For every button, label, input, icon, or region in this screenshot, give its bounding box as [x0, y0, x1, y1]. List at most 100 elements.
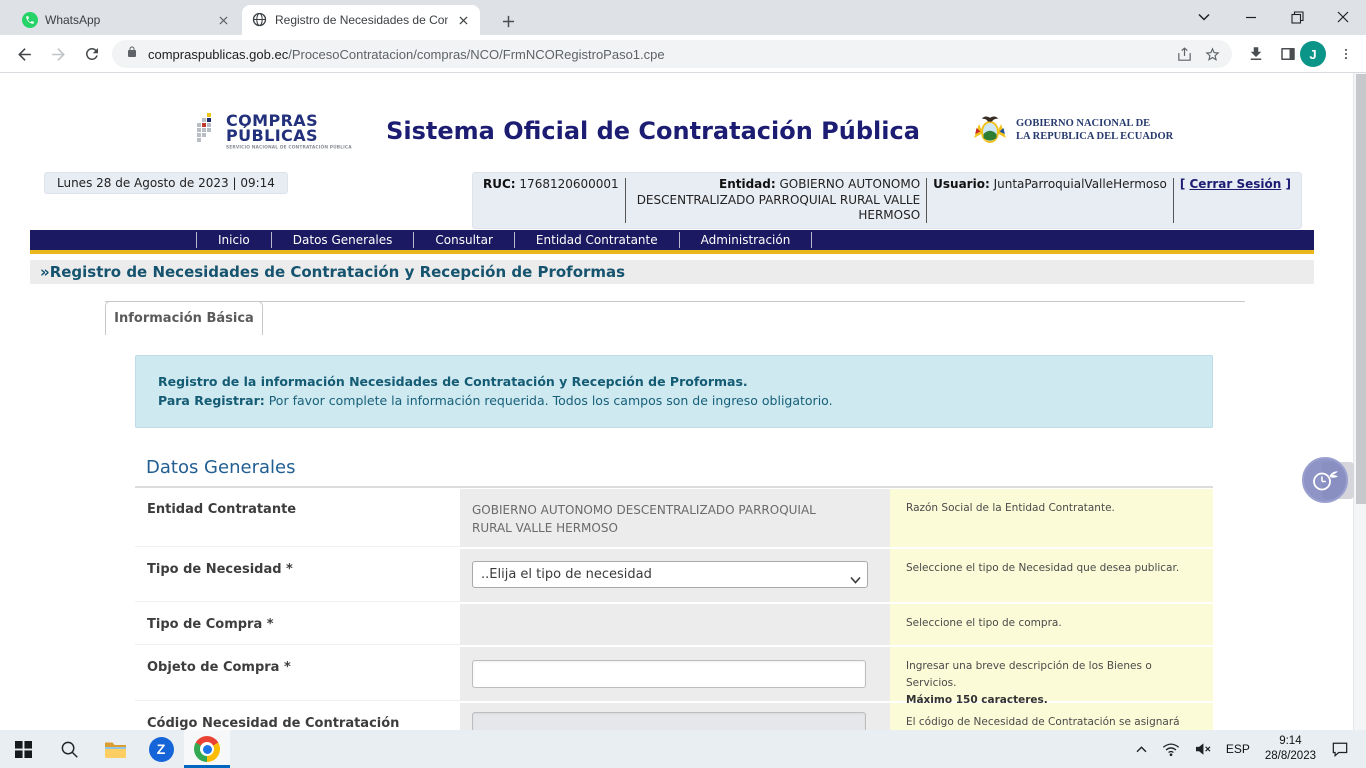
floating-widget[interactable]: [1302, 457, 1352, 504]
profile-avatar[interactable]: J: [1300, 41, 1326, 67]
field-label-tipo-compra: Tipo de Compra *: [135, 604, 460, 645]
webpage: COMPRAS PÚBLICAS SERVICIO NACIONAL DE CO…: [0, 73, 1366, 730]
form-table: Entidad Contratante GOBIERNO AUTONOMO DE…: [135, 489, 1213, 730]
separator: [625, 178, 626, 223]
folder-icon: [104, 740, 127, 759]
tab-informacion-basica[interactable]: Información Básica: [105, 301, 263, 335]
clock-date: 28/8/2023: [1265, 749, 1316, 764]
browser-toolbar: compraspublicas.gob.ec/ProcesoContrataci…: [0, 35, 1366, 73]
nav-separator: [811, 232, 812, 248]
page-scrollbar[interactable]: [1353, 73, 1366, 730]
field-label-entidad-contratante: Entidad Contratante: [135, 489, 460, 547]
reload-icon[interactable]: [76, 38, 108, 70]
lock-icon: [126, 45, 138, 64]
nav-spacer: [30, 230, 196, 250]
tipo-necesidad-select[interactable]: ..Elija el tipo de necesidad: [472, 561, 868, 588]
taskbar-search-button[interactable]: [46, 730, 92, 768]
objeto-compra-input[interactable]: [472, 660, 866, 688]
table-row: Objeto de Compra * Ingresar una breve de…: [135, 647, 1213, 701]
field-label-objeto-compra: Objeto de Compra *: [135, 647, 460, 701]
whatsapp-icon: [22, 12, 38, 28]
window-minimize-button[interactable]: [1228, 0, 1274, 34]
tray-chevron-up-icon[interactable]: [1128, 730, 1155, 768]
file-explorer-button[interactable]: [92, 730, 138, 768]
forward-icon[interactable]: [42, 38, 74, 70]
session-box: RUC: 1768120600001 Entidad: GOBIERNO AUT…: [472, 172, 1302, 229]
action-center-icon[interactable]: [1324, 730, 1356, 768]
government-logo: GOBIERNO NACIONAL DE LA REPUBLICA DEL EC…: [972, 113, 1173, 147]
table-row: Entidad Contratante GOBIERNO AUTONOMO DE…: [135, 489, 1213, 547]
tab-search-chevron-icon[interactable]: [1181, 0, 1227, 34]
field-hint: Seleccione el tipo de Necesidad que dese…: [890, 549, 1213, 602]
nav-item-datos-generales[interactable]: Datos Generales: [272, 230, 414, 250]
gov-line2: LA REPUBLICA DEL ECUADOR: [1016, 130, 1173, 143]
codigo-necesidad-input: [472, 712, 866, 730]
url-bar[interactable]: compraspublicas.gob.ec/ProcesoContrataci…: [112, 40, 1232, 68]
user-text: Usuario: JuntaParroquialValleHermoso: [933, 177, 1167, 191]
window-restore-button[interactable]: [1274, 0, 1320, 34]
browser-menu-icon[interactable]: [1330, 38, 1362, 70]
volume-muted-icon[interactable]: [1187, 730, 1219, 768]
field-label-codigo-necesidad: Código Necesidad de Contratación: [135, 703, 460, 730]
z-app-button[interactable]: Z: [138, 730, 184, 768]
tab-close-icon[interactable]: [215, 12, 232, 29]
url-text: compraspublicas.gob.ec/ProcesoContrataci…: [148, 47, 1170, 62]
download-icon[interactable]: [1240, 38, 1272, 70]
notice-box: Registro de la información Necesidades d…: [135, 355, 1213, 428]
field-hint: Razón Social de la Entidad Contratante.: [890, 489, 1213, 547]
system-tray: ESP 9:14 28/8/2023: [1128, 730, 1366, 768]
new-tab-button[interactable]: [494, 7, 522, 35]
logout-link[interactable]: [ Cerrar Sesión ]: [1180, 177, 1291, 191]
tab-title: WhatsApp: [45, 13, 208, 27]
field-value-codigo-necesidad: [460, 703, 890, 730]
notice-text: Por favor complete la información requer…: [269, 393, 833, 408]
notice-title: Registro de la información Necesidades d…: [158, 374, 748, 389]
scrollbar-thumb[interactable]: [1356, 74, 1366, 504]
tab-strip-line: [105, 301, 1245, 302]
taskbar: Z: [0, 730, 1366, 768]
datetime-box: Lunes 28 de Agosto de 2023 | 09:14: [44, 172, 288, 194]
separator: [926, 178, 927, 223]
share-icon[interactable]: [1170, 40, 1198, 68]
nav-item-consultar[interactable]: Consultar: [414, 230, 514, 250]
nav-item-administracion[interactable]: Administración: [680, 230, 812, 250]
nav-item-inicio[interactable]: Inicio: [197, 230, 271, 250]
taskbar-clock[interactable]: 9:14 28/8/2023: [1257, 734, 1324, 764]
section-divider: [135, 486, 1213, 488]
table-row: Tipo de Compra * Seleccione el tipo de c…: [135, 604, 1213, 645]
tab-registro[interactable]: Registro de Necesidades de Cont: [242, 5, 480, 35]
tab-whatsapp[interactable]: WhatsApp: [12, 5, 240, 35]
main-nav: Inicio Datos Generales Consultar Entidad…: [30, 230, 1314, 250]
breadcrumb: »Registro de Necesidades de Contratación…: [30, 263, 625, 281]
globe-favicon-icon: [252, 12, 268, 28]
search-icon: [60, 740, 79, 759]
field-hint: Seleccione el tipo de compra.: [890, 604, 1213, 645]
browser-tab-bar: WhatsApp Registro de Necesidades de Cont: [0, 0, 1366, 35]
nav-item-entidad-contratante[interactable]: Entidad Contratante: [515, 230, 679, 250]
window-close-button[interactable]: [1320, 0, 1366, 34]
page-title: Sistema Oficial de Contratación Pública: [333, 117, 973, 145]
tab-close-icon[interactable]: [455, 12, 472, 29]
time-flies-clock-icon[interactable]: [1302, 457, 1348, 503]
start-button[interactable]: [0, 730, 46, 768]
notice-bold: Para Registrar:: [158, 393, 265, 408]
language-indicator[interactable]: ESP: [1219, 730, 1257, 768]
clock-time: 9:14: [1265, 734, 1316, 749]
gov-line1: GOBIERNO NACIONAL DE: [1016, 117, 1173, 130]
separator: [1173, 178, 1174, 223]
field-hint: El código de Necesidad de Contratación s…: [890, 703, 1213, 730]
ecuador-coat-of-arms-icon: [972, 113, 1008, 147]
field-hint: Ingresar una breve descripción de los Bi…: [890, 647, 1213, 701]
screen: WhatsApp Registro de Necesidades de Cont: [0, 0, 1366, 768]
field-value-objeto-compra: [460, 647, 890, 701]
chrome-taskbar-button[interactable]: [184, 730, 230, 768]
z-app-icon: Z: [149, 737, 174, 762]
table-row: Tipo de Necesidad * ..Elija el tipo de n…: [135, 549, 1213, 602]
entity-text: Entidad: GOBIERNO AUTONOMO DESCENTRALIZA…: [636, 177, 921, 224]
wifi-icon[interactable]: [1155, 730, 1187, 768]
field-value-tipo-compra: [460, 604, 890, 645]
bookmark-star-icon[interactable]: [1198, 40, 1226, 68]
table-row: Código Necesidad de Contratación El códi…: [135, 703, 1213, 730]
windows-logo-icon: [15, 741, 32, 758]
back-icon[interactable]: [8, 38, 40, 70]
